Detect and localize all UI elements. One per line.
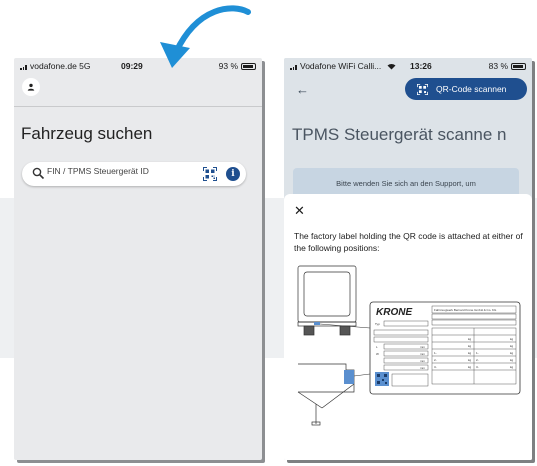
weight-unit: kg — [468, 365, 472, 369]
profile-button[interactable] — [22, 78, 40, 96]
krone-logo: KRONE — [376, 307, 412, 318]
status-bar: Vodafone WiFi Calli... 13:26 83 % — [284, 58, 532, 74]
carrier-label: vodafone.de 5G — [20, 61, 91, 71]
unit-mm: mm — [420, 359, 425, 363]
page-title: Fahrzeug suchen — [21, 124, 153, 143]
axle-label: 3- — [434, 365, 437, 369]
battery-status: 83 % — [489, 61, 526, 71]
axle-label: 2- — [476, 358, 479, 362]
search-bar: i — [22, 162, 246, 186]
type-label: Typ — [375, 322, 380, 326]
battery-percent: 83 % — [488, 61, 508, 71]
back-arrow-icon[interactable]: ← — [296, 82, 309, 97]
unit-mm: mm — [420, 345, 425, 349]
curved-arrow-icon — [160, 5, 251, 68]
unit-mm: mm — [420, 366, 425, 370]
info-icon[interactable]: i — [226, 167, 240, 181]
weight-unit: kg — [510, 344, 514, 348]
unit-mm: mm — [420, 352, 425, 356]
weight-unit: kg — [510, 337, 514, 341]
weight-unit: kg — [510, 358, 514, 362]
trailer-side-view — [297, 363, 355, 426]
label-position-diagram: KRONE Fahrzeugwerk Bernard Krone GmbH & … — [297, 265, 521, 426]
person-icon — [27, 83, 35, 91]
bottom-sheet: ✕ The factory label holding the QR code … — [284, 194, 532, 460]
axle-label: 1- — [476, 351, 479, 355]
comparison-screenshot: vodafone.de 5G 09:29 93 % Fahrzeug suche… — [0, 0, 537, 466]
weight-unit: kg — [468, 344, 472, 348]
factory-name-plate: KRONE Fahrzeugwerk Bernard Krone GmbH & … — [369, 301, 521, 395]
clock: 13:26 — [410, 61, 432, 71]
carrier-label: Vodafone WiFi Calli... — [290, 61, 396, 71]
axle-label: 2- — [434, 358, 437, 362]
qr-scan-label: QR-Code scannen — [436, 84, 507, 94]
row-label-w: W — [376, 352, 379, 356]
weight-unit: kg — [510, 351, 514, 355]
support-text: Bitte wenden Sie sich an den Support, um — [336, 179, 476, 188]
qr-code-icon — [417, 83, 428, 95]
weight-unit: kg — [510, 365, 514, 369]
close-icon[interactable]: ✕ — [294, 203, 305, 219]
wifi-icon — [387, 63, 396, 70]
battery-icon — [511, 62, 526, 70]
qr-scan-button[interactable]: QR-Code scannen — [405, 78, 527, 100]
sheet-description: The factory label holding the QR code is… — [294, 231, 523, 253]
weight-unit: kg — [468, 351, 472, 355]
qr-code-icon[interactable] — [203, 167, 217, 181]
weight-unit: kg — [468, 358, 472, 362]
search-icon — [32, 167, 45, 180]
signal-icon — [290, 64, 298, 70]
axle-label: 1- — [434, 351, 437, 355]
phone-vehicle-search: vodafone.de 5G 09:29 93 % Fahrzeug suche… — [14, 58, 262, 460]
phone-tpms-scan: Vodafone WiFi Calli... 13:26 83 % ← QR-C… — [284, 58, 532, 460]
weight-unit: kg — [468, 337, 472, 341]
header-divider — [14, 106, 262, 107]
axle-label: 3- — [476, 365, 479, 369]
signal-icon — [20, 64, 28, 70]
search-input[interactable] — [47, 166, 187, 176]
manufacturer-line: Fahrzeugwerk Bernard Krone GmbH & Co. KG — [434, 308, 497, 312]
page-title: TPMS Steuergerät scanne n — [292, 125, 507, 144]
